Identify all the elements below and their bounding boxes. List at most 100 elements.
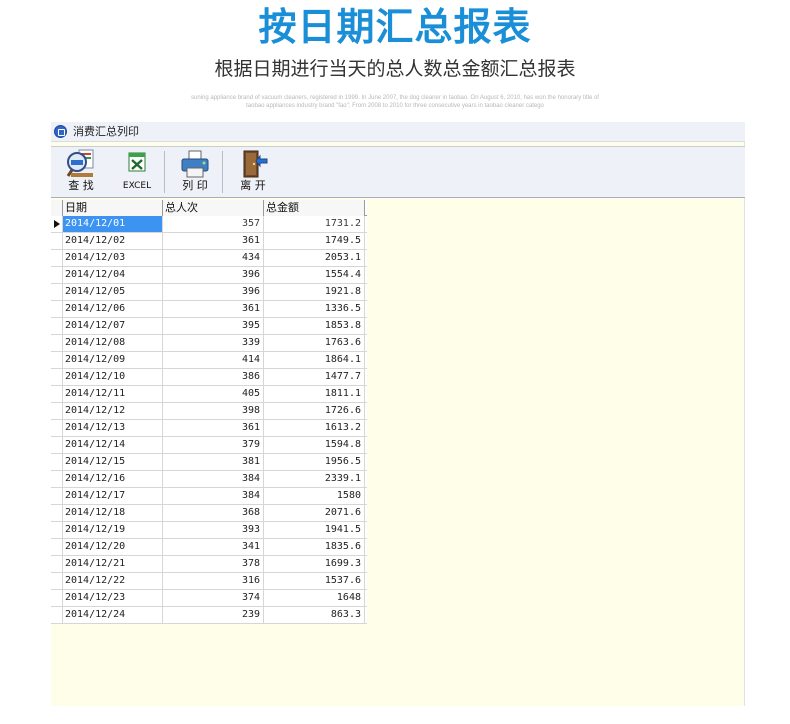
table-row[interactable]: 2014/12/10 386 1477.7 xyxy=(51,369,367,386)
cell-date[interactable]: 2014/12/10 xyxy=(63,369,163,385)
column-header-date[interactable]: 日期 xyxy=(63,200,163,216)
exit-button[interactable]: 离 开 xyxy=(231,149,275,195)
cell-amount[interactable]: 1554.4 xyxy=(264,267,365,283)
cell-people[interactable]: 434 xyxy=(163,250,264,266)
table-row[interactable]: 2014/12/01 357 1731.2 xyxy=(51,216,367,233)
cell-people[interactable]: 361 xyxy=(163,420,264,436)
table-row[interactable]: 2014/12/20 341 1835.6 xyxy=(51,539,367,556)
cell-amount[interactable]: 1731.2 xyxy=(264,216,365,232)
table-row[interactable]: 2014/12/17 384 1580 xyxy=(51,488,367,505)
table-row[interactable]: 2014/12/12 398 1726.6 xyxy=(51,403,367,420)
cell-date[interactable]: 2014/12/20 xyxy=(63,539,163,555)
table-row[interactable]: 2014/12/23 374 1648 xyxy=(51,590,367,607)
cell-date[interactable]: 2014/12/23 xyxy=(63,590,163,606)
column-header-amount[interactable]: 总金额 xyxy=(264,200,365,216)
cell-people[interactable]: 395 xyxy=(163,318,264,334)
cell-date[interactable]: 2014/12/12 xyxy=(63,403,163,419)
cell-people[interactable]: 378 xyxy=(163,556,264,572)
cell-amount[interactable]: 1864.1 xyxy=(264,352,365,368)
cell-people[interactable]: 384 xyxy=(163,488,264,504)
cell-people[interactable]: 316 xyxy=(163,573,264,589)
cell-amount[interactable]: 1699.3 xyxy=(264,556,365,572)
cell-amount[interactable]: 1477.7 xyxy=(264,369,365,385)
table-row[interactable]: 2014/12/08 339 1763.6 xyxy=(51,335,367,352)
cell-date[interactable]: 2014/12/16 xyxy=(63,471,163,487)
cell-amount[interactable]: 1811.1 xyxy=(264,386,365,402)
cell-amount[interactable]: 2339.1 xyxy=(264,471,365,487)
table-row[interactable]: 2014/12/22 316 1537.6 xyxy=(51,573,367,590)
column-header-people[interactable]: 总人次 xyxy=(163,200,264,216)
cell-date[interactable]: 2014/12/21 xyxy=(63,556,163,572)
cell-people[interactable]: 414 xyxy=(163,352,264,368)
cell-people[interactable]: 341 xyxy=(163,539,264,555)
cell-date[interactable]: 2014/12/08 xyxy=(63,335,163,351)
cell-date[interactable]: 2014/12/24 xyxy=(63,607,163,623)
cell-date[interactable]: 2014/12/04 xyxy=(63,267,163,283)
cell-people[interactable]: 379 xyxy=(163,437,264,453)
cell-date[interactable]: 2014/12/03 xyxy=(63,250,163,266)
table-row[interactable]: 2014/12/11 405 1811.1 xyxy=(51,386,367,403)
table-row[interactable]: 2014/12/13 361 1613.2 xyxy=(51,420,367,437)
table-row[interactable]: 2014/12/16 384 2339.1 xyxy=(51,471,367,488)
cell-amount[interactable]: 1580 xyxy=(264,488,365,504)
cell-people[interactable]: 396 xyxy=(163,284,264,300)
cell-date[interactable]: 2014/12/15 xyxy=(63,454,163,470)
table-row[interactable]: 2014/12/24 239 863.3 xyxy=(51,607,367,624)
cell-people[interactable]: 405 xyxy=(163,386,264,402)
cell-people[interactable]: 339 xyxy=(163,335,264,351)
cell-date[interactable]: 2014/12/02 xyxy=(63,233,163,249)
table-row[interactable]: 2014/12/07 395 1853.8 xyxy=(51,318,367,335)
table-row[interactable]: 2014/12/19 393 1941.5 xyxy=(51,522,367,539)
cell-people[interactable]: 384 xyxy=(163,471,264,487)
table-row[interactable]: 2014/12/18 368 2071.6 xyxy=(51,505,367,522)
cell-amount[interactable]: 1749.5 xyxy=(264,233,365,249)
cell-date[interactable]: 2014/12/17 xyxy=(63,488,163,504)
cell-date[interactable]: 2014/12/14 xyxy=(63,437,163,453)
cell-date[interactable]: 2014/12/11 xyxy=(63,386,163,402)
cell-date[interactable]: 2014/12/18 xyxy=(63,505,163,521)
cell-amount[interactable]: 1726.6 xyxy=(264,403,365,419)
cell-date[interactable]: 2014/12/09 xyxy=(63,352,163,368)
search-button[interactable]: 查 找 xyxy=(59,149,103,195)
cell-amount[interactable]: 1336.5 xyxy=(264,301,365,317)
cell-amount[interactable]: 1537.6 xyxy=(264,573,365,589)
cell-date[interactable]: 2014/12/01 xyxy=(63,216,163,232)
cell-people[interactable]: 396 xyxy=(163,267,264,283)
excel-button[interactable]: EXCEL xyxy=(115,149,159,195)
cell-date[interactable]: 2014/12/05 xyxy=(63,284,163,300)
cell-amount[interactable]: 1941.5 xyxy=(264,522,365,538)
print-button[interactable]: 列 印 xyxy=(173,149,217,195)
table-row[interactable]: 2014/12/21 378 1699.3 xyxy=(51,556,367,573)
table-row[interactable]: 2014/12/03 434 2053.1 xyxy=(51,250,367,267)
cell-date[interactable]: 2014/12/19 xyxy=(63,522,163,538)
table-row[interactable]: 2014/12/02 361 1749.5 xyxy=(51,233,367,250)
cell-amount[interactable]: 1613.2 xyxy=(264,420,365,436)
table-row[interactable]: 2014/12/05 396 1921.8 xyxy=(51,284,367,301)
cell-amount[interactable]: 2053.1 xyxy=(264,250,365,266)
cell-people[interactable]: 357 xyxy=(163,216,264,232)
table-row[interactable]: 2014/12/15 381 1956.5 xyxy=(51,454,367,471)
cell-amount[interactable]: 1853.8 xyxy=(264,318,365,334)
table-row[interactable]: 2014/12/09 414 1864.1 xyxy=(51,352,367,369)
cell-amount[interactable]: 1648 xyxy=(264,590,365,606)
cell-date[interactable]: 2014/12/06 xyxy=(63,301,163,317)
cell-amount[interactable]: 1763.6 xyxy=(264,335,365,351)
table-row[interactable]: 2014/12/14 379 1594.8 xyxy=(51,437,367,454)
cell-amount[interactable]: 1921.8 xyxy=(264,284,365,300)
cell-people[interactable]: 239 xyxy=(163,607,264,623)
cell-people[interactable]: 398 xyxy=(163,403,264,419)
cell-amount[interactable]: 2071.6 xyxy=(264,505,365,521)
summary-table[interactable]: 日期 总人次 总金额 2014/12/01 357 1731.2 2014/12/02… xyxy=(51,200,367,624)
cell-people[interactable]: 361 xyxy=(163,301,264,317)
cell-date[interactable]: 2014/12/22 xyxy=(63,573,163,589)
cell-amount[interactable]: 1594.8 xyxy=(264,437,365,453)
table-row[interactable]: 2014/12/06 361 1336.5 xyxy=(51,301,367,318)
cell-date[interactable]: 2014/12/07 xyxy=(63,318,163,334)
cell-people[interactable]: 386 xyxy=(163,369,264,385)
table-row[interactable]: 2014/12/04 396 1554.4 xyxy=(51,267,367,284)
cell-amount[interactable]: 1835.6 xyxy=(264,539,365,555)
cell-people[interactable]: 368 xyxy=(163,505,264,521)
cell-amount[interactable]: 1956.5 xyxy=(264,454,365,470)
cell-people[interactable]: 374 xyxy=(163,590,264,606)
cell-people[interactable]: 393 xyxy=(163,522,264,538)
